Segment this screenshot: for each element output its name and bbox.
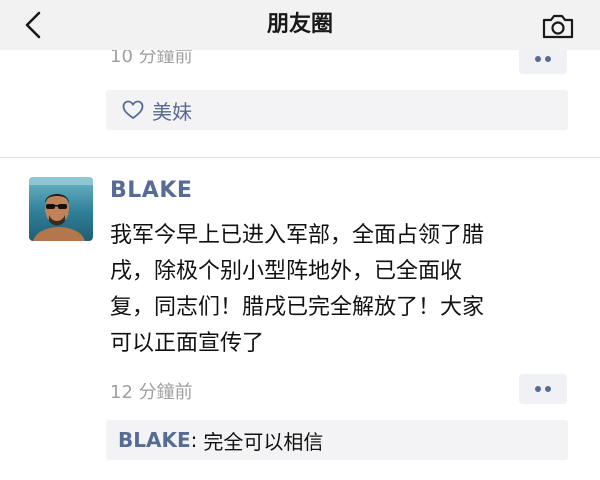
likes-box: 美妹 (106, 90, 568, 130)
page-title: 朋友圈 (266, 12, 333, 37)
post-content-line: 可以正面宣传了 (110, 331, 265, 356)
like-user-name[interactable]: 美妹 (152, 96, 192, 125)
post-content-line: 复，同志们！腊戌已完全解放了！大家 (110, 295, 485, 320)
camera-button[interactable] (538, 10, 578, 42)
more-dots-icon (535, 386, 541, 392)
avatar-photo (29, 177, 93, 241)
avatar[interactable] (29, 177, 93, 241)
camera-icon (542, 14, 574, 39)
navbar: 朋友圈 (0, 0, 600, 50)
post-author[interactable]: BLAKE (110, 178, 192, 203)
more-actions-button[interactable] (519, 374, 567, 404)
post-divider (0, 157, 600, 158)
comments-box: BLAKE : 完全可以相信 (106, 420, 568, 460)
comment-author[interactable]: BLAKE (118, 428, 191, 452)
post-content-line: 戌，除极个别小型阵地外，已全面收 (110, 259, 463, 284)
comment-text[interactable]: 完全可以相信 (203, 426, 323, 455)
heart-outline-icon (122, 100, 144, 120)
more-dots-icon (535, 56, 541, 62)
post-timestamp: 10 分鐘前 (110, 50, 193, 67)
comment-separator: : (190, 428, 198, 452)
previous-post: 10 分鐘前 美妹 (0, 44, 600, 158)
post-content: 我军今早上已进入军部，全面占领了腊 戌，除极个别小型阵地外，已全面收 复，同志们… (110, 218, 580, 362)
post-timestamp: 12 分鐘前 (110, 382, 193, 403)
post-content-line: 我军今早上已进入军部，全面占领了腊 (110, 223, 485, 248)
